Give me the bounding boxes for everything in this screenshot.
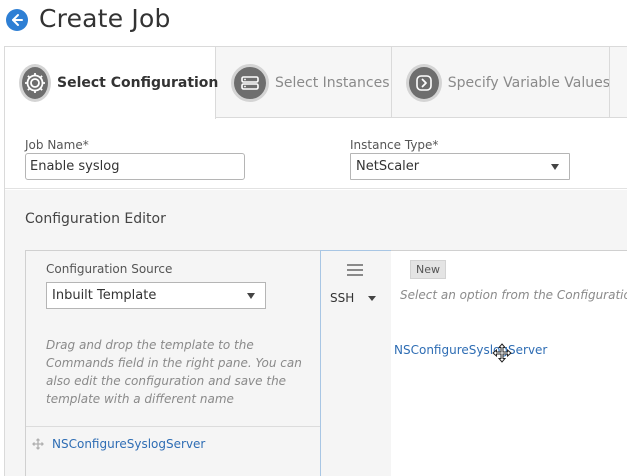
drag-drop-hint: Drag and drop the template to the Comman…	[46, 338, 302, 406]
mode-select[interactable]: SSH	[330, 291, 377, 305]
instance-type-label: Instance Type*	[350, 138, 439, 152]
template-label: NSConfigureSyslogServer	[52, 437, 206, 451]
config-source-label: Configuration Source	[46, 262, 173, 276]
back-button[interactable]	[6, 9, 28, 31]
gear-icon	[19, 64, 51, 102]
chevron-right-icon	[406, 63, 442, 102]
commands-pane[interactable]: New Select an option from the Configurat…	[391, 250, 627, 476]
configuration-editor: Configuration Editor Configuration Sourc…	[5, 190, 627, 476]
arrow-left-icon	[12, 14, 23, 26]
config-source-value: Inbuilt Template	[52, 288, 157, 303]
tab-label: Specify Variable Values	[447, 74, 610, 91]
job-form: Job Name* Enable syslog Instance Type* N…	[5, 119, 627, 189]
job-name-input[interactable]: Enable syslog	[25, 153, 245, 180]
mode-value: SSH	[330, 291, 355, 305]
drag-handle-icon	[32, 438, 44, 450]
mode-pane: SSH	[320, 250, 392, 476]
config-source-select[interactable]: Inbuilt Template	[46, 282, 266, 309]
wizard-tabs: Select Configuration Select Instances Sp…	[5, 47, 627, 119]
caret-down-icon	[551, 164, 559, 170]
tab-specify-variable-values[interactable]: Specify Variable Values	[392, 47, 610, 118]
hamburger-menu-icon[interactable]	[346, 262, 364, 281]
caret-down-icon	[247, 293, 255, 299]
tab-divider	[609, 47, 610, 118]
dropped-template[interactable]: NSConfigureSyslogServer	[394, 343, 547, 357]
instance-type-select[interactable]: NetScaler	[350, 153, 570, 180]
instance-type-value: NetScaler	[356, 159, 420, 174]
page-header: Create Job	[0, 0, 627, 44]
create-job-card: Select Configuration Select Instances Sp…	[4, 46, 627, 476]
move-cursor-icon	[492, 343, 512, 363]
tab-label: Select Configuration	[57, 75, 219, 91]
new-button[interactable]: New	[410, 260, 446, 279]
template-item[interactable]: NSConfigureSyslogServer	[32, 437, 205, 451]
job-name-label: Job Name*	[25, 138, 89, 152]
tab-label: Select Instances	[275, 74, 390, 91]
page-title: Create Job	[39, 4, 171, 33]
server-icon	[231, 63, 269, 102]
commands-placeholder: Select an option from the Configuration …	[400, 288, 627, 302]
divider	[26, 426, 322, 427]
caret-down-icon	[368, 295, 377, 301]
tab-select-configuration[interactable]: Select Configuration	[5, 47, 219, 119]
tab-select-instances[interactable]: Select Instances	[217, 47, 391, 118]
templates-pane: Configuration Source Inbuilt Template Dr…	[25, 250, 322, 476]
section-title: Configuration Editor	[25, 211, 166, 227]
